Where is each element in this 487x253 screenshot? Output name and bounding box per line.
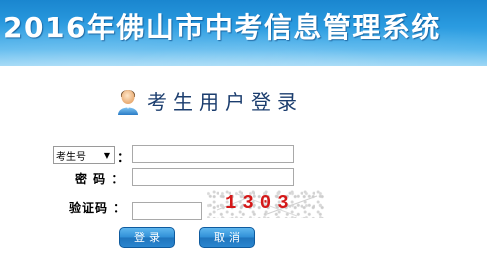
system-title: 2016年佛山市中考信息管理系统 xyxy=(3,11,441,44)
captcha-code: 1303 xyxy=(225,192,295,214)
username-colon: ： xyxy=(117,151,131,166)
password-input[interactable] xyxy=(132,168,294,186)
username-input[interactable] xyxy=(132,145,294,163)
password-label: 密 码 ： xyxy=(75,172,125,186)
login-button[interactable]: 登录 xyxy=(119,227,175,248)
chevron-down-icon: ▼ xyxy=(103,150,110,160)
login-heading: 考生用户登录 xyxy=(117,84,303,116)
cancel-button[interactable]: 取消 xyxy=(199,227,255,248)
captcha-image[interactable]: 1303 xyxy=(207,190,324,218)
captcha-input[interactable] xyxy=(132,202,202,220)
user-type-select[interactable]: 考生号 ▼ xyxy=(53,146,115,164)
captcha-label: 验证码 ： xyxy=(69,201,127,215)
login-title: 考生用户登录 xyxy=(147,89,303,114)
user-type-selected-label: 考生号 xyxy=(56,151,86,163)
header-banner: 2016年佛山市中考信息管理系统 xyxy=(0,0,487,66)
user-icon xyxy=(118,90,138,115)
